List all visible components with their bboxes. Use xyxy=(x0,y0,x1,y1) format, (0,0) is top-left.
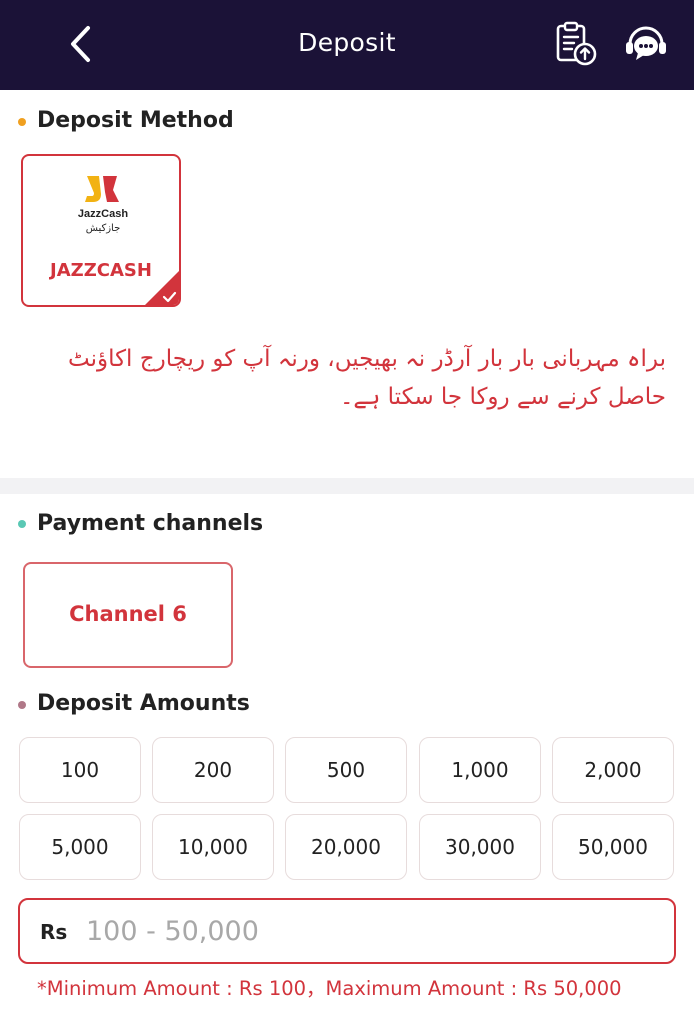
payment-channels-heading: Payment channels xyxy=(37,511,264,536)
amount-option[interactable]: 200 xyxy=(152,737,274,803)
amount-option[interactable]: 1,000 xyxy=(419,737,541,803)
amount-option[interactable]: 10,000 xyxy=(152,814,274,880)
amount-options-grid: 100 200 500 1,000 2,000 5,000 10,000 20,… xyxy=(19,737,675,881)
amount-limit-note: *Minimum Amount : Rs 100，Maximum Amount … xyxy=(37,977,622,1000)
amount-option[interactable]: 50,000 xyxy=(552,814,674,880)
amount-option[interactable]: 2,000 xyxy=(552,737,674,803)
headset-chat-icon xyxy=(626,26,666,60)
amount-input-box: Rs xyxy=(18,898,676,964)
section-divider xyxy=(0,478,694,494)
currency-prefix: Rs xyxy=(40,920,68,944)
svg-text:جازکیش: جازکیش xyxy=(86,223,121,234)
amount-input[interactable] xyxy=(86,908,656,954)
deposit-method-heading: Deposit Method xyxy=(37,108,234,133)
amount-option[interactable]: 100 xyxy=(19,737,141,803)
section-dot xyxy=(18,118,26,126)
clipboard-upload-icon xyxy=(556,21,597,66)
section-dot xyxy=(18,520,26,528)
payment-method-jazzcash[interactable]: JazzCash جازکیش JAZZCASH xyxy=(21,154,181,307)
check-icon xyxy=(145,271,179,305)
channel-option[interactable]: Channel 6 xyxy=(23,562,233,668)
deposit-records-button[interactable] xyxy=(552,20,600,68)
warning-notice: براہ مہربانی بار بار آرڈر نہ بھیجیں، ورن… xyxy=(68,346,666,410)
customer-support-button[interactable] xyxy=(622,20,670,68)
jazzcash-logo: JazzCash جازکیش xyxy=(73,172,133,236)
svg-text:JazzCash: JazzCash xyxy=(78,208,128,220)
amount-option[interactable]: 5,000 xyxy=(19,814,141,880)
deposit-amounts-heading: Deposit Amounts xyxy=(37,691,250,716)
amount-option[interactable]: 20,000 xyxy=(285,814,407,880)
amount-option[interactable]: 500 xyxy=(285,737,407,803)
section-dot xyxy=(18,701,26,709)
amount-option[interactable]: 30,000 xyxy=(419,814,541,880)
app-header: Deposit xyxy=(0,0,694,90)
channel-label: Channel 6 xyxy=(69,602,187,626)
